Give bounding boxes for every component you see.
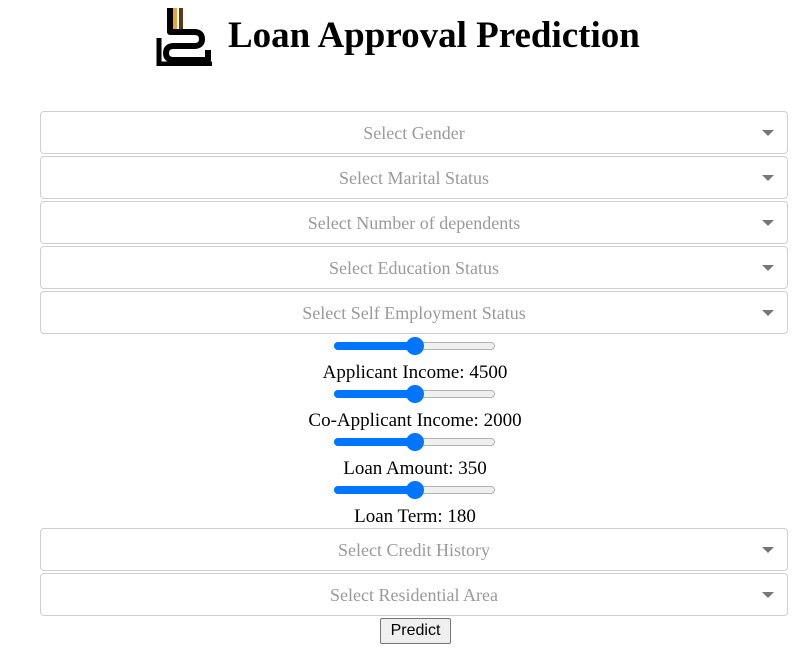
applicant-income-slider[interactable] — [334, 336, 495, 356]
slider-thumb[interactable] — [405, 337, 424, 355]
gender-select[interactable]: Select Gender — [40, 111, 788, 154]
chevron-down-icon — [762, 592, 774, 598]
slider-thumb[interactable] — [405, 433, 424, 451]
self-employment-select[interactable]: Select Self Employment Status — [40, 291, 788, 334]
loan-term-slider[interactable] — [334, 480, 495, 500]
chevron-down-icon — [762, 265, 774, 271]
slider-fill — [334, 390, 415, 398]
loan-amount-label: Loan Amount: 350 — [343, 458, 487, 479]
chevron-down-icon — [762, 130, 774, 136]
credit-history-select-placeholder: Select Credit History — [338, 540, 490, 560]
applicant-income-label: Applicant Income: 4500 — [322, 362, 508, 383]
slider-fill — [334, 486, 415, 494]
chevron-down-icon — [762, 310, 774, 316]
coapplicant-income-slider[interactable] — [334, 384, 495, 404]
chevron-down-icon — [762, 175, 774, 181]
page-title: Loan Approval Prediction — [228, 15, 640, 56]
predict-button[interactable]: Predict — [380, 618, 451, 644]
chevron-down-icon — [762, 220, 774, 226]
chevron-down-icon — [762, 547, 774, 553]
slider-thumb[interactable] — [405, 385, 424, 403]
self-employment-select-placeholder: Select Self Employment Status — [302, 303, 526, 323]
page-header: Loan Approval Prediction — [0, 0, 812, 80]
residential-area-select[interactable]: Select Residential Area — [40, 573, 788, 616]
slider-fill — [334, 342, 415, 350]
dependents-select[interactable]: Select Number of dependents — [40, 201, 788, 244]
credit-history-select[interactable]: Select Credit History — [40, 528, 788, 571]
residential-area-select-placeholder: Select Residential Area — [330, 585, 498, 605]
dependents-select-placeholder: Select Number of dependents — [307, 213, 521, 233]
loan-term-label: Loan Term: 180 — [354, 506, 476, 527]
coapplicant-income-label: Co-Applicant Income: 2000 — [308, 410, 522, 431]
slider-thumb[interactable] — [405, 481, 424, 499]
education-select[interactable]: Select Education Status — [40, 246, 788, 289]
marital-status-select[interactable]: Select Marital Status — [40, 156, 788, 199]
marital-status-select-placeholder: Select Marital Status — [339, 168, 489, 188]
gender-select-placeholder: Select Gender — [363, 123, 465, 143]
slider-fill — [334, 438, 415, 446]
loan-amount-slider[interactable] — [334, 432, 495, 452]
loan-logo-icon — [156, 8, 212, 66]
education-select-placeholder: Select Education Status — [329, 258, 499, 278]
